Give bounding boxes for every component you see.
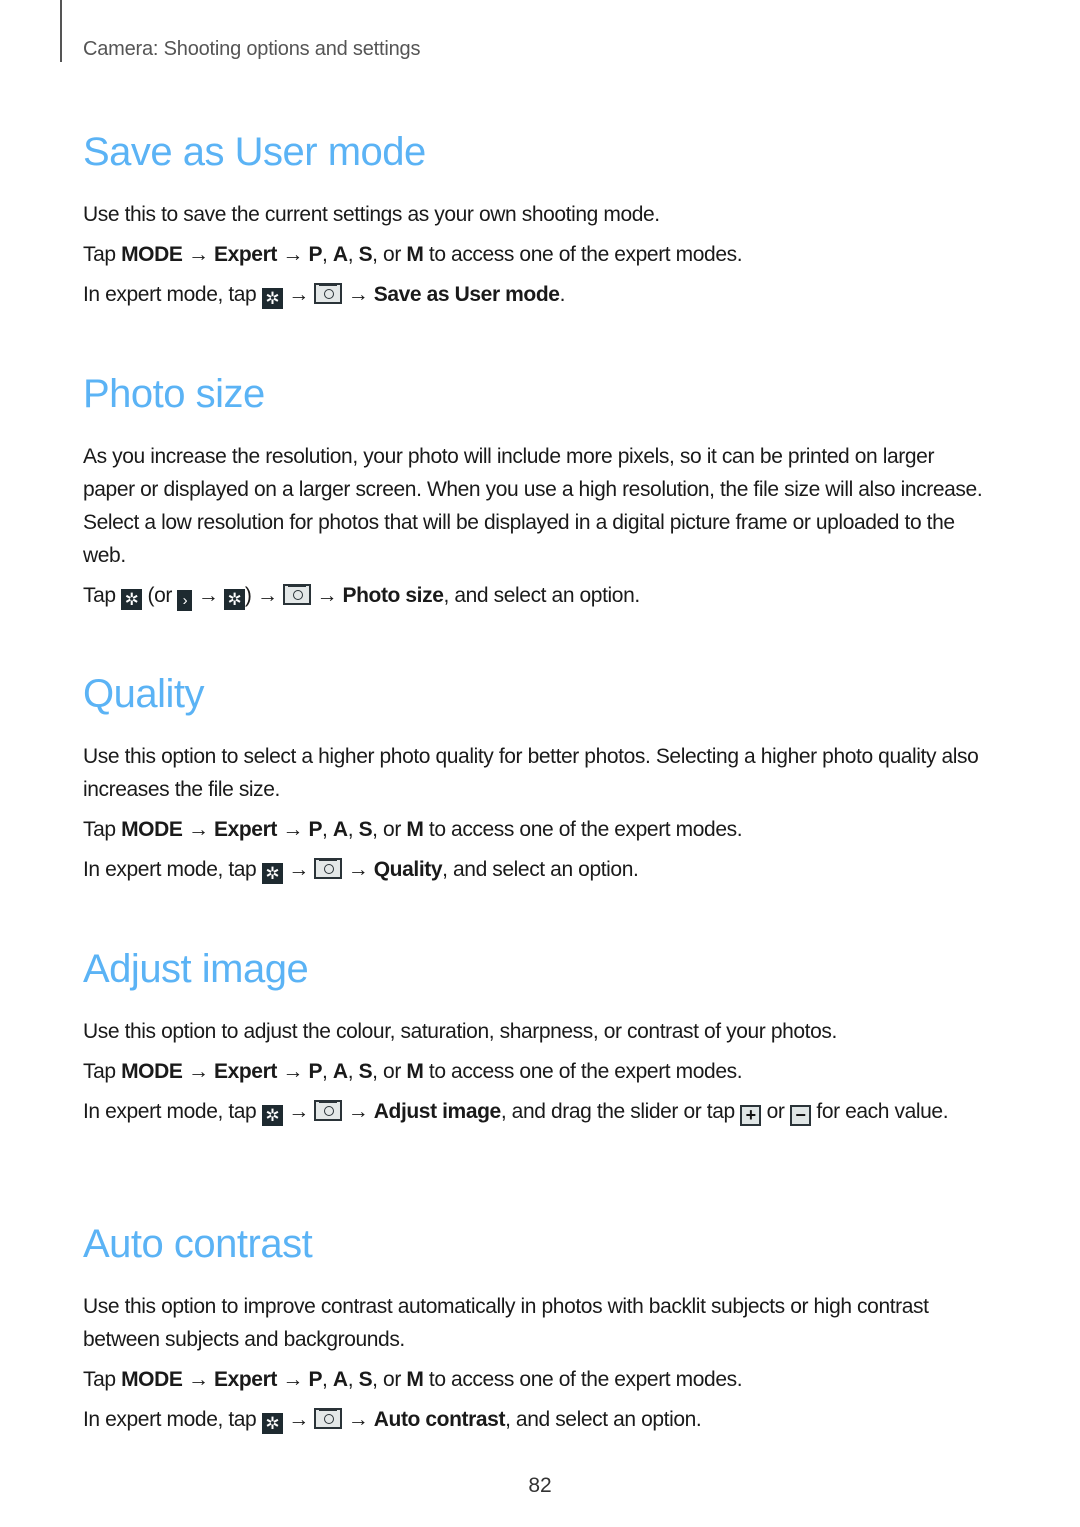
instruction-step: Tap MODE → Expert → P, A, S, or M to acc… (83, 243, 743, 266)
mode-label: MODE (121, 243, 183, 266)
gear-icon: ✲ (261, 863, 283, 884)
gear-icon: ✲ (223, 589, 245, 610)
instruction-step: In expert mode, tap ✲ → → Save as User m… (83, 283, 565, 309)
section-auto-contrast: Auto contrast Use this option to improve… (83, 1220, 983, 1436)
menu-target: Adjust image (373, 1100, 501, 1123)
menu-target: Save as User mode (373, 283, 560, 306)
gear-icon: ✲ (261, 1413, 283, 1434)
section-title: Photo size (83, 372, 265, 416)
chevron-right-icon: › (177, 590, 193, 611)
section-intro: As you increase the resolution, your pho… (83, 445, 983, 567)
instruction-step: In expert mode, tap ✲ → → Quality, and s… (83, 858, 639, 884)
section-title: Quality (83, 672, 205, 716)
section-title: Adjust image (83, 947, 309, 991)
instruction-step: In expert mode, tap ✲ → → Adjust image, … (83, 1100, 949, 1126)
instruction-step: Tap MODE → Expert → P, A, S, or M to acc… (83, 1368, 743, 1391)
section-intro: Use this option to improve contrast auto… (83, 1295, 929, 1351)
section-quality: Quality Use this option to select a high… (83, 670, 983, 886)
section-title: Save as User mode (83, 130, 426, 174)
camera-settings-icon (314, 1408, 343, 1429)
plus-icon: + (740, 1105, 762, 1126)
section-intro: Use this option to select a higher photo… (83, 745, 979, 801)
camera-settings-icon (283, 584, 311, 605)
camera-settings-icon (314, 1100, 343, 1121)
section-intro: Use this to save the current settings as… (83, 203, 660, 226)
running-header: Camera: Shooting options and settings (83, 38, 421, 60)
menu-target: Photo size (342, 584, 444, 607)
expert-label: Expert (213, 243, 277, 266)
section-adjust-image: Adjust image Use this option to adjust t… (83, 945, 983, 1128)
section-photo-size: Photo size As you increase the resolutio… (83, 370, 983, 612)
gear-icon: ✲ (261, 288, 283, 309)
gear-icon: ✲ (121, 589, 143, 610)
section-intro: Use this option to adjust the colour, sa… (83, 1020, 837, 1043)
page-number: 82 (528, 1474, 552, 1497)
instruction-step: In expert mode, tap ✲ → → Auto contrast,… (83, 1408, 702, 1434)
gear-icon: ✲ (261, 1105, 283, 1126)
menu-target: Quality (373, 858, 443, 881)
section-save-as-user-mode: Save as User mode Use this to save the c… (83, 128, 983, 311)
section-title: Auto contrast (83, 1222, 313, 1266)
minus-icon: − (789, 1105, 811, 1126)
menu-target: Auto contrast (373, 1408, 506, 1431)
instruction-step: Tap ✲ (or › → ✲) → → Photo size, and sel… (83, 584, 640, 611)
instruction-step: Tap MODE → Expert → P, A, S, or M to acc… (83, 818, 743, 841)
camera-settings-icon (314, 858, 343, 879)
instruction-step: Tap MODE → Expert → P, A, S, or M to acc… (83, 1060, 743, 1083)
margin-rule (60, 0, 62, 62)
camera-settings-icon (314, 283, 343, 304)
